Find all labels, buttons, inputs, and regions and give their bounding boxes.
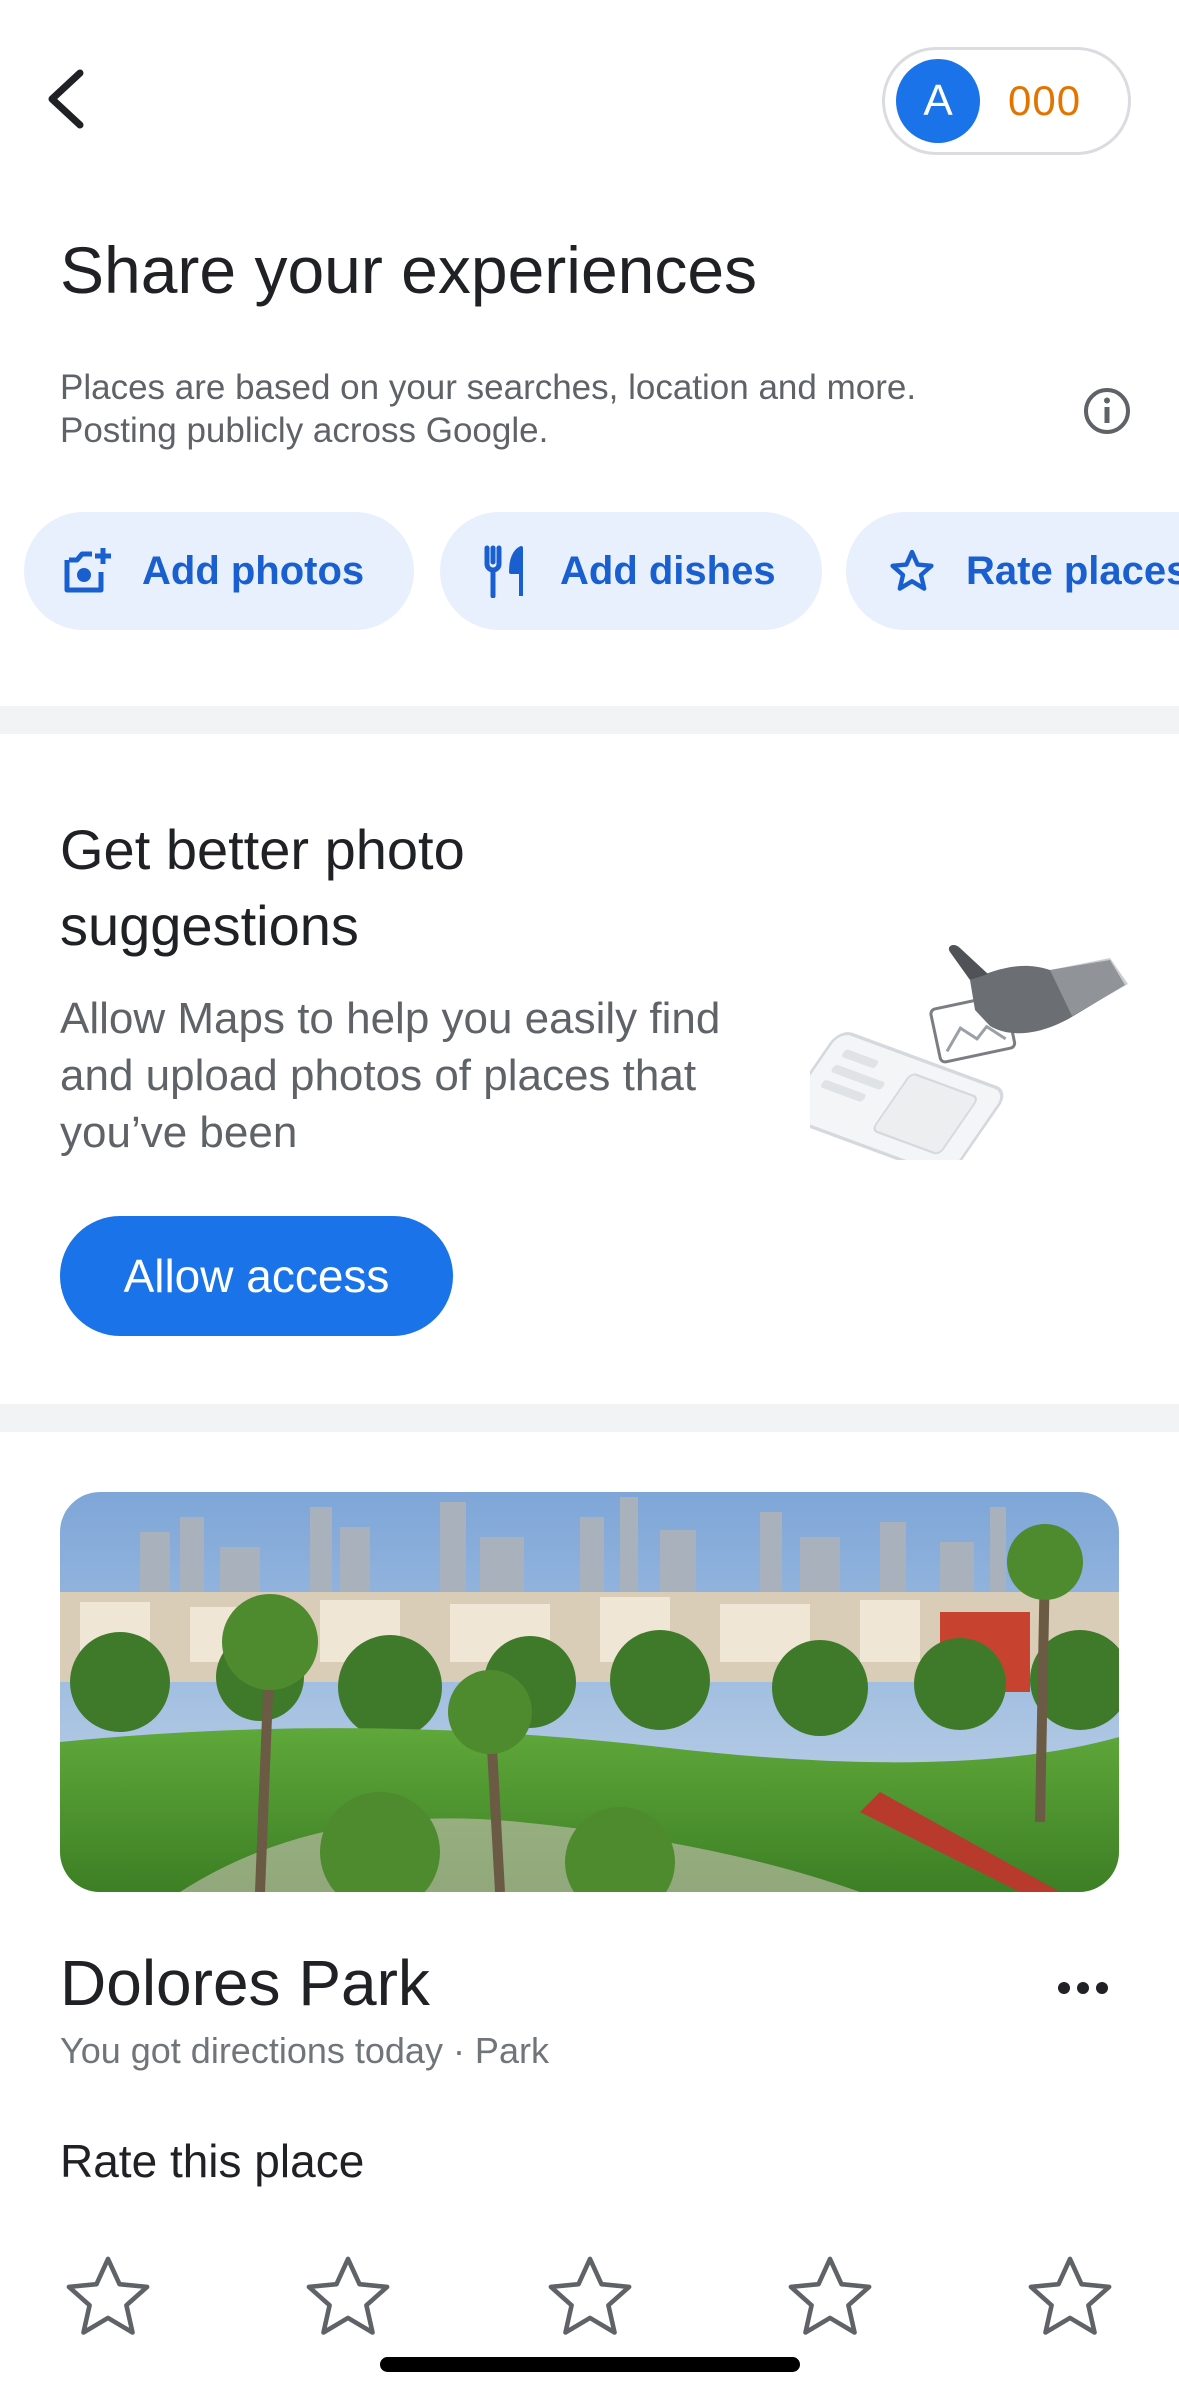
- info-icon: [1084, 388, 1130, 434]
- star-outline-icon: [1028, 2256, 1112, 2335]
- star-3-button[interactable]: [544, 2252, 636, 2344]
- chip-label: Add photos: [142, 548, 365, 593]
- place-meta: You got directions today · Park: [60, 2030, 549, 2071]
- star-outline-icon: [548, 2256, 632, 2335]
- section-divider: [0, 1404, 1179, 1432]
- place-name: Dolores Park: [60, 1947, 430, 2019]
- more-options-button[interactable]: [1050, 1955, 1116, 2021]
- page-subtitle: Places are based on your searches, locat…: [60, 368, 917, 450]
- more-horizontal-icon: [1058, 1982, 1108, 1994]
- star-outline-icon: [882, 541, 942, 601]
- rate-places-chip[interactable]: Rate places: [846, 512, 1179, 630]
- back-arrow-icon: [48, 69, 84, 129]
- star-1-button[interactable]: [62, 2252, 154, 2344]
- points-count: 000: [1008, 77, 1082, 124]
- chip-label: Add dishes: [560, 548, 776, 593]
- contributor-points-button[interactable]: A 000: [882, 47, 1131, 155]
- star-outline-icon: [66, 2256, 150, 2335]
- phone-upload-illustration: [785, 940, 1130, 1176]
- star-5-button[interactable]: [1024, 2252, 1116, 2344]
- section-divider: [0, 706, 1179, 734]
- suggestion-body: Allow Maps to help you easily find and u…: [60, 994, 721, 1157]
- back-button[interactable]: [36, 62, 96, 136]
- contribute-screen: A 000 Share your experiences Places are …: [0, 0, 1179, 2396]
- allow-access-button[interactable]: Allow access: [60, 1216, 453, 1336]
- utensils-icon: [476, 541, 536, 601]
- star-4-button[interactable]: [784, 2252, 876, 2344]
- star-outline-icon: [306, 2256, 390, 2335]
- info-button[interactable]: [1082, 386, 1132, 436]
- page-title: Share your experiences: [60, 233, 758, 307]
- add-photo-icon: [58, 541, 118, 601]
- avatar: A: [896, 59, 980, 143]
- star-2-button[interactable]: [302, 2252, 394, 2344]
- star-outline-icon: [788, 2256, 872, 2335]
- place-photo[interactable]: [60, 1492, 1119, 1892]
- add-photos-chip[interactable]: Add photos: [24, 512, 414, 630]
- suggestion-title: Get better photo suggestions: [60, 818, 465, 957]
- chip-label: Rate places: [966, 548, 1179, 593]
- rate-this-place-label: Rate this place: [60, 2135, 365, 2187]
- home-indicator[interactable]: [380, 2357, 800, 2372]
- add-dishes-chip[interactable]: Add dishes: [440, 512, 822, 630]
